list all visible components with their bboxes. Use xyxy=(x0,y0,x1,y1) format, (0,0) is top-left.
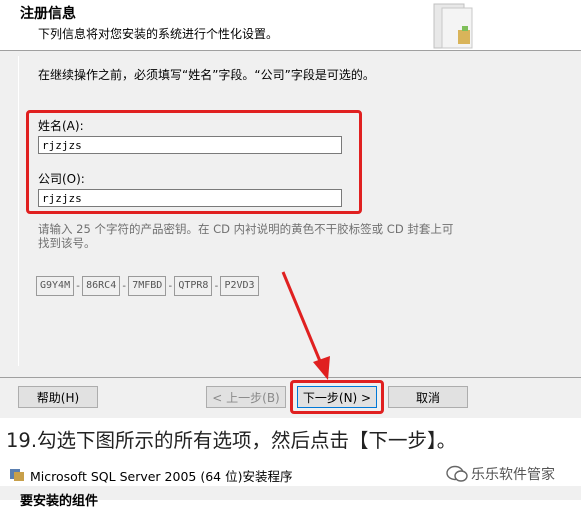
product-key-hint: 请输入 25 个字符的产品密钥。在 CD 内衬说明的黄色不干胶标签或 CD 封套… xyxy=(38,222,454,250)
product-key-segment[interactable]: P2VD3 xyxy=(220,276,259,296)
second-window-title: Microsoft SQL Server 2005 (64 位)安装程序 xyxy=(30,469,293,484)
installer-box-icon xyxy=(433,3,473,49)
key-dash: - xyxy=(214,280,219,292)
key-dash: - xyxy=(122,280,127,292)
product-key-segment[interactable]: 7MFBD xyxy=(128,276,167,296)
product-key-segment[interactable]: G9Y4M xyxy=(36,276,75,296)
step-caption: 19.勾选下图所示的所有选项，然后点击【下一步】。 xyxy=(6,429,457,452)
header-separator xyxy=(0,50,581,51)
dialog-header: 注册信息 下列信息将对您安装的系统进行个性化设置。 xyxy=(0,0,581,50)
installer-icon xyxy=(10,469,24,481)
cancel-button[interactable]: 取消 xyxy=(388,386,468,408)
product-key-segment[interactable]: QTPR8 xyxy=(174,276,213,296)
fields-highlight-box xyxy=(26,110,362,214)
watermark-text: 乐乐软件管家 xyxy=(471,467,555,483)
wechat-icon xyxy=(446,465,468,482)
header-title: 注册信息 xyxy=(20,6,76,22)
header-subtitle: 下列信息将对您安装的系统进行个性化设置。 xyxy=(38,27,279,41)
footer-separator xyxy=(0,377,581,378)
watermark: 乐乐软件管家 xyxy=(446,464,555,484)
key-dash: - xyxy=(76,280,80,292)
next-highlight-box xyxy=(290,380,384,414)
product-key-row: G9Y4M - 86RC4 - 7MFBD - QTPR8 - P2VD3 xyxy=(36,276,259,296)
setup-dialog: 注册信息 下列信息将对您安装的系统进行个性化设置。 在继续操作之前，必须填写“姓… xyxy=(0,0,581,418)
product-key-segment[interactable]: 86RC4 xyxy=(82,276,121,296)
key-dash: - xyxy=(168,280,173,292)
help-button[interactable]: 帮助(H) xyxy=(18,386,98,408)
instruction-text: 在继续操作之前，必须填写“姓名”字段。“公司”字段是可选的。 xyxy=(38,68,375,82)
back-button[interactable]: < 上一步(B) xyxy=(206,386,286,408)
